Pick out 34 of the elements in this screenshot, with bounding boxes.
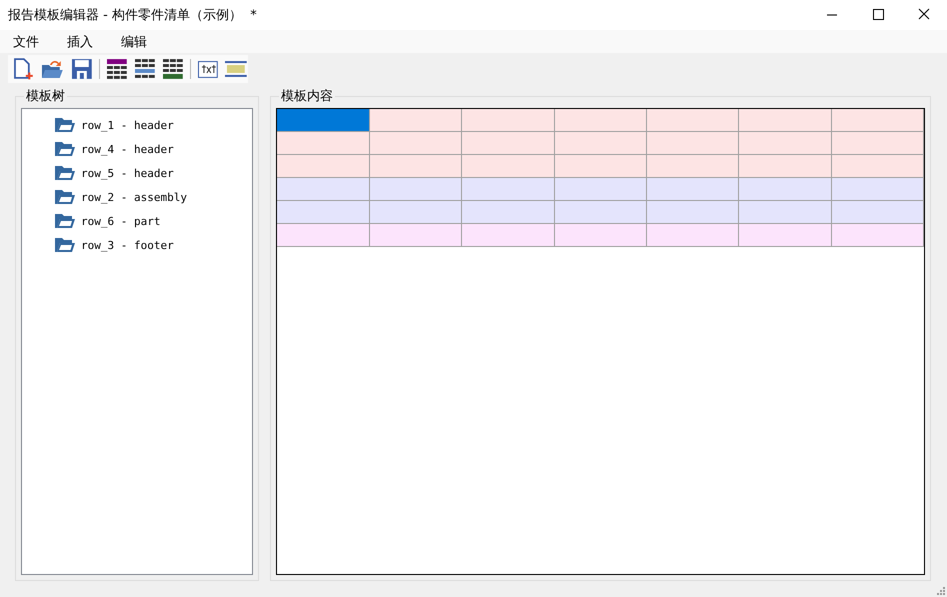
- folder-icon: [55, 165, 75, 181]
- panel-title: 模板内容: [280, 88, 334, 105]
- tree-item[interactable]: row_4 - header: [81, 142, 174, 156]
- grid-cell[interactable]: [647, 224, 740, 247]
- table-icon[interactable]: [106, 58, 128, 80]
- grid-cell[interactable]: [462, 224, 555, 247]
- new-file-icon[interactable]: [12, 57, 34, 81]
- folder-icon: [55, 117, 75, 133]
- grid-cell[interactable]: [739, 224, 832, 247]
- folder-icon: [55, 213, 75, 229]
- grid-cell[interactable]: [277, 109, 370, 132]
- menu-item[interactable]: 插入: [60, 32, 101, 50]
- panel-title: 模板树: [25, 88, 66, 105]
- menu-item[interactable]: 文件: [6, 32, 47, 50]
- grid-cell[interactable]: [554, 224, 647, 247]
- tree-item[interactable]: row_1 - header: [81, 118, 174, 132]
- text-box-icon[interactable]: [196, 58, 218, 80]
- grid-cell[interactable]: [370, 224, 462, 247]
- folder-icon: [55, 237, 75, 253]
- folder-icon: [55, 141, 75, 157]
- tree-item[interactable]: row_2 - assembly: [81, 190, 187, 204]
- grid-cell[interactable]: [277, 224, 370, 247]
- label-icon[interactable]: [224, 58, 248, 80]
- table-icon[interactable]: [134, 58, 156, 80]
- table-icon[interactable]: [162, 58, 184, 80]
- tree-item[interactable]: row_5 - header: [81, 166, 174, 180]
- save-icon[interactable]: [70, 57, 94, 81]
- folder-icon: [55, 189, 75, 205]
- tree-item[interactable]: row_3 - footer: [81, 238, 174, 252]
- resize-grip-icon[interactable]: [935, 585, 945, 595]
- window-title: 报告模板编辑器 - 构件零件清单（示例） *: [7, 7, 257, 24]
- tree-item[interactable]: row_6 - part: [81, 214, 160, 228]
- grid-cell[interactable]: [832, 224, 924, 247]
- menu-item[interactable]: 编辑: [114, 32, 155, 50]
